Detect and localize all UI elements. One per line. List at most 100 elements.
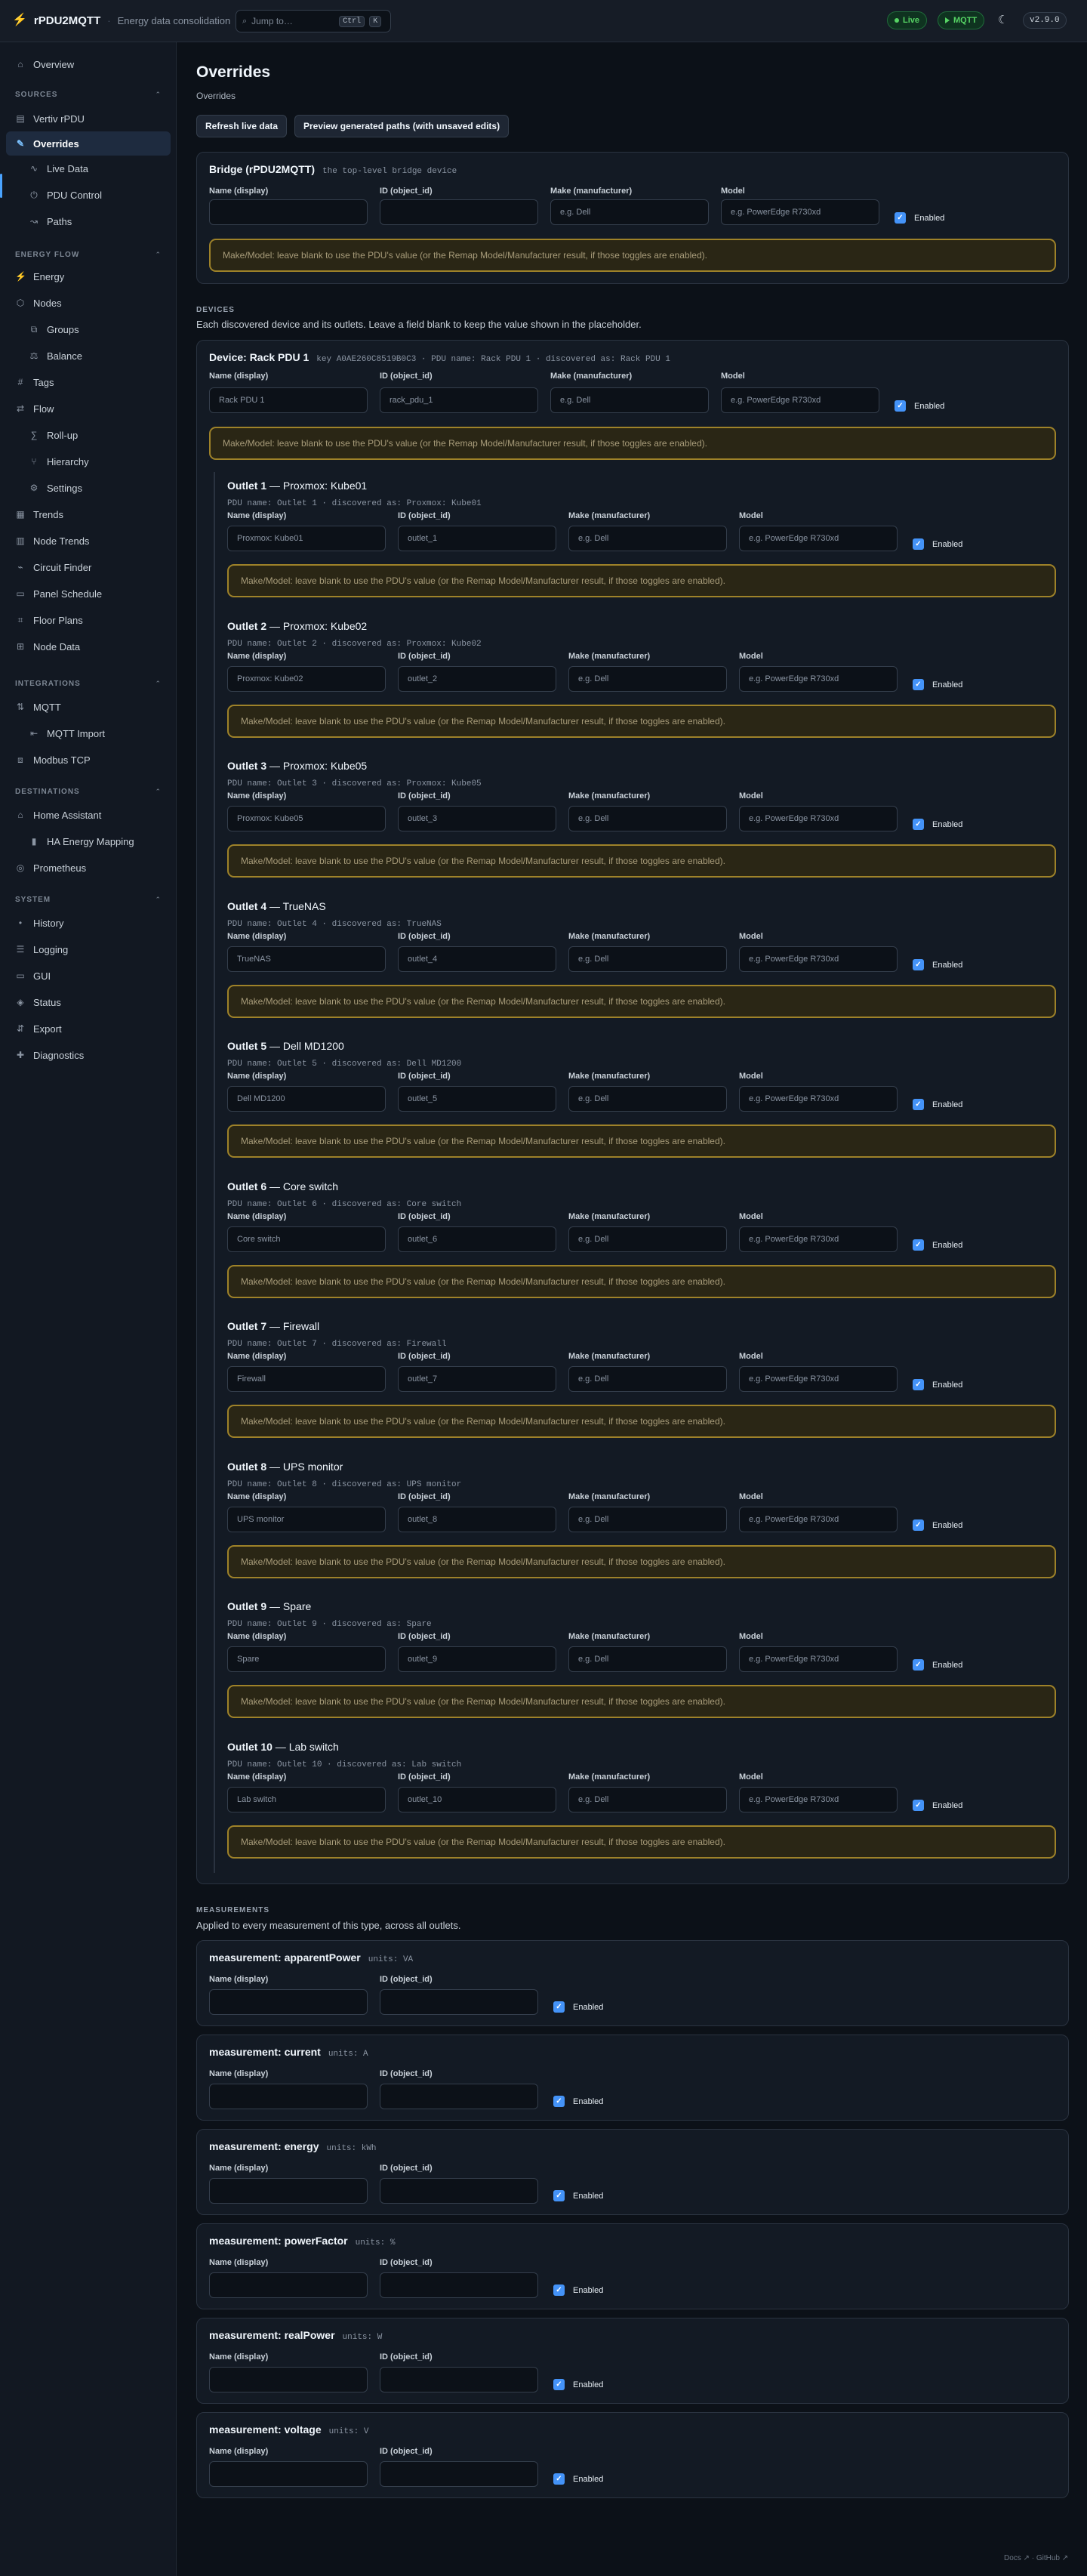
mqtt-status-badge[interactable]: MQTT (938, 11, 985, 29)
outlet-name-input[interactable] (227, 806, 386, 831)
measurement-enabled-checkbox[interactable]: ✓ (553, 2190, 565, 2201)
theme-toggle-moon-icon[interactable]: ☾ (998, 13, 1008, 26)
device-id-input[interactable] (380, 387, 538, 413)
outlet-enabled-checkbox[interactable]: ✓ (913, 819, 924, 830)
outlet-enabled-checkbox[interactable]: ✓ (913, 1239, 924, 1251)
sidebar-item-pdu-control[interactable]: ⏻ PDU Control (6, 183, 171, 207)
sidebar-item-ha-energy-mapping[interactable]: ▮ HA Energy Mapping (6, 829, 171, 853)
outlet-enabled-checkbox[interactable]: ✓ (913, 1519, 924, 1531)
sidebar-item-mqtt[interactable]: ⇅ MQTT (6, 695, 171, 719)
sidebar-item-energy[interactable]: ⚡ Energy (6, 264, 171, 288)
outlet-model-input[interactable] (739, 526, 898, 551)
sidebar-item-modbus-tcp[interactable]: ⧈ Modbus TCP (6, 748, 171, 772)
sidebar-item-hierarchy[interactable]: ⑂ Hierarchy (6, 449, 171, 474)
outlet-name-input[interactable] (227, 526, 386, 551)
sidebar-item-export[interactable]: ⇵ Export (6, 1017, 171, 1041)
outlet-make-input[interactable] (568, 526, 727, 551)
measurement-id-input[interactable] (380, 2178, 538, 2204)
outlet-name-input[interactable] (227, 946, 386, 972)
sidebar-item-home-assistant[interactable]: ⌂ Home Assistant (6, 803, 171, 827)
bridge-enabled-checkbox[interactable]: ✓ (895, 212, 906, 224)
outlet-make-input[interactable] (568, 1507, 727, 1532)
measurement-enabled-checkbox[interactable]: ✓ (553, 2001, 565, 2013)
sidebar-item-balance[interactable]: ⚖ Balance (6, 344, 171, 368)
device-make-input[interactable] (550, 387, 709, 413)
outlet-enabled-checkbox[interactable]: ✓ (913, 1099, 924, 1110)
outlet-model-input[interactable] (739, 1086, 898, 1112)
github-link[interactable]: GitHub ↗ (1036, 2554, 1068, 2562)
outlet-model-input[interactable] (739, 666, 898, 692)
outlet-make-input[interactable] (568, 1086, 727, 1112)
sidebar-item-groups[interactable]: ⧉ Groups (6, 317, 171, 341)
outlet-enabled-checkbox[interactable]: ✓ (913, 959, 924, 970)
sidebar-item-node-trends[interactable]: ▥ Node Trends (6, 529, 171, 553)
sidebar-item-node-data[interactable]: ⊞ Node Data (6, 634, 171, 659)
sidebar-item-history[interactable]: • History (6, 911, 171, 935)
outlet-make-input[interactable] (568, 806, 727, 831)
bridge-id-input[interactable] (380, 199, 538, 225)
sidebar-item-logging[interactable]: ☰ Logging (6, 937, 171, 961)
sidebar-item-panel-schedule[interactable]: ▭ Panel Schedule (6, 582, 171, 606)
outlet-name-input[interactable] (227, 1787, 386, 1812)
outlet-make-input[interactable] (568, 1226, 727, 1252)
outlet-make-input[interactable] (568, 946, 727, 972)
sidebar-item-settings[interactable]: ⚙ Settings (6, 476, 171, 500)
measurement-id-input[interactable] (380, 2461, 538, 2487)
bridge-make-input[interactable] (550, 199, 709, 225)
brand[interactable]: ⚡ rPDU2MQTT · Energy data consolidation (12, 13, 230, 28)
measurement-name-input[interactable] (209, 2084, 368, 2109)
outlet-model-input[interactable] (739, 1226, 898, 1252)
sidebar-item-floor-plans[interactable]: ⌗ Floor Plans (6, 608, 171, 632)
measurement-name-input[interactable] (209, 2178, 368, 2204)
outlet-name-input[interactable] (227, 1366, 386, 1392)
outlet-id-input[interactable] (398, 946, 556, 972)
docs-link[interactable]: Docs ↗ (1004, 2554, 1030, 2562)
outlet-id-input[interactable] (398, 526, 556, 551)
outlet-id-input[interactable] (398, 1787, 556, 1812)
sidebar-item-prometheus[interactable]: ◎ Prometheus (6, 856, 171, 880)
outlet-enabled-checkbox[interactable]: ✓ (913, 1800, 924, 1811)
outlet-make-input[interactable] (568, 1366, 727, 1392)
sidebar-item-flow[interactable]: ⇄ Flow (6, 396, 171, 421)
outlet-model-input[interactable] (739, 806, 898, 831)
measurement-id-input[interactable] (380, 1989, 538, 2015)
outlet-make-input[interactable] (568, 1787, 727, 1812)
outlet-model-input[interactable] (739, 1366, 898, 1392)
bridge-name-input[interactable] (209, 199, 368, 225)
chevron-up-icon[interactable]: ⌃ (155, 680, 161, 688)
outlet-make-input[interactable] (568, 1646, 727, 1672)
outlet-enabled-checkbox[interactable]: ✓ (913, 538, 924, 550)
measurement-enabled-checkbox[interactable]: ✓ (553, 2379, 565, 2390)
measurement-name-input[interactable] (209, 2272, 368, 2298)
measurement-id-input[interactable] (380, 2367, 538, 2392)
outlet-id-input[interactable] (398, 1507, 556, 1532)
sidebar-item-nodes[interactable]: ⬡ Nodes (6, 291, 171, 315)
measurement-name-input[interactable] (209, 2461, 368, 2487)
jump-to-search[interactable]: ⌕ Ctrl K (236, 10, 391, 32)
jump-to-input[interactable] (251, 16, 335, 26)
outlet-name-input[interactable] (227, 1507, 386, 1532)
sidebar-item-status[interactable]: ◈ Status (6, 990, 171, 1014)
outlet-name-input[interactable] (227, 1226, 386, 1252)
outlet-model-input[interactable] (739, 1507, 898, 1532)
outlet-enabled-checkbox[interactable]: ✓ (913, 679, 924, 690)
sidebar-item-mqtt-import[interactable]: ⇤ MQTT Import (6, 721, 171, 745)
chevron-up-icon[interactable]: ⌃ (155, 896, 161, 904)
sidebar-item-vertiv-rpdu[interactable]: ▤ Vertiv rPDU (6, 106, 171, 131)
live-status-badge[interactable]: Live (887, 11, 928, 29)
measurement-enabled-checkbox[interactable]: ✓ (553, 2284, 565, 2296)
sidebar-item-circuit-finder[interactable]: ⌁ Circuit Finder (6, 555, 171, 579)
outlet-id-input[interactable] (398, 806, 556, 831)
preview-paths-button[interactable]: Preview generated paths (with unsaved ed… (294, 115, 510, 137)
sidebar-item-tags[interactable]: # Tags (6, 370, 171, 394)
outlet-name-input[interactable] (227, 1086, 386, 1112)
measurement-name-input[interactable] (209, 2367, 368, 2392)
outlet-id-input[interactable] (398, 1646, 556, 1672)
sidebar-item-trends[interactable]: ▦ Trends (6, 502, 171, 526)
device-model-input[interactable] (721, 387, 879, 413)
outlet-name-input[interactable] (227, 666, 386, 692)
measurement-name-input[interactable] (209, 1989, 368, 2015)
sidebar-item-paths[interactable]: ↝ Paths (6, 209, 171, 233)
chevron-up-icon[interactable]: ⌃ (155, 91, 161, 99)
outlet-model-input[interactable] (739, 1646, 898, 1672)
